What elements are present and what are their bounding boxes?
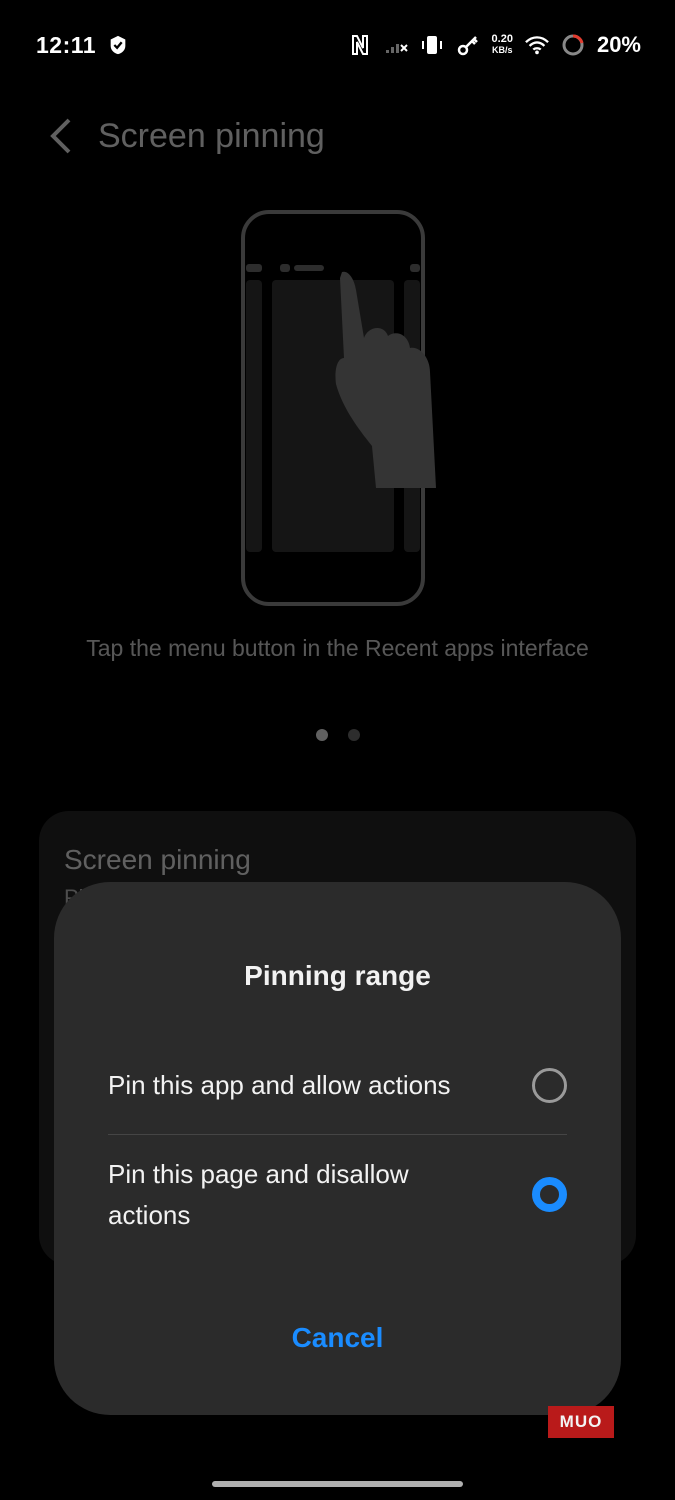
vibrate-icon (420, 33, 444, 57)
status-right: 0.20 KB/s 20% (348, 32, 641, 58)
dialog-title: Pinning range (244, 960, 431, 991)
radio-button-checked[interactable] (532, 1177, 567, 1212)
speed-value: 0.20 (491, 33, 513, 45)
speed-unit: KB/s (491, 45, 513, 55)
radio-button-unchecked[interactable] (532, 1067, 567, 1103)
cancel-button[interactable]: Cancel (54, 1322, 621, 1354)
option-label: Pin this page and disallow actions (108, 1158, 409, 1230)
battery-ring-icon (561, 33, 585, 57)
page-indicator[interactable] (0, 729, 675, 741)
phone-hand-illustration (238, 208, 448, 608)
chevron-left-icon (50, 118, 71, 154)
screen: 12:11 0.20 KB/s 20% Screen pinning Tap t… (0, 0, 675, 1500)
back-button[interactable] (26, 101, 96, 171)
page-header: Screen pinning (0, 100, 675, 172)
verified-check-icon (106, 33, 130, 57)
page-dot-2[interactable] (347, 729, 360, 741)
nfc-icon (348, 33, 372, 57)
muo-watermark: MUO (548, 1406, 614, 1438)
option-pin-app[interactable]: Pin this app and allow actions (108, 1036, 567, 1134)
page-dot-1[interactable] (315, 729, 328, 741)
network-speed: 0.20 KB/s (492, 34, 513, 56)
signal-off-icon (384, 33, 408, 57)
status-left: 12:11 (36, 32, 130, 59)
option-pin-page[interactable]: Pin this page and disallow actions (108, 1134, 567, 1254)
status-bar: 12:11 0.20 KB/s 20% (0, 0, 675, 90)
battery-percentage: 20% (596, 32, 641, 57)
page-title: Screen pinning (98, 116, 325, 155)
option-label: Pin this app and allow actions (108, 1069, 451, 1100)
vpn-key-icon (456, 33, 480, 57)
pinning-range-dialog: Pinning range Pin this app and allow act… (54, 882, 621, 1415)
status-time: 12:11 (36, 31, 97, 58)
wifi-icon (525, 33, 549, 57)
card-title: Screen pinning (64, 844, 251, 875)
home-indicator[interactable] (212, 1481, 463, 1487)
illustration-caption: Tap the menu button in the Recent apps i… (86, 635, 589, 661)
